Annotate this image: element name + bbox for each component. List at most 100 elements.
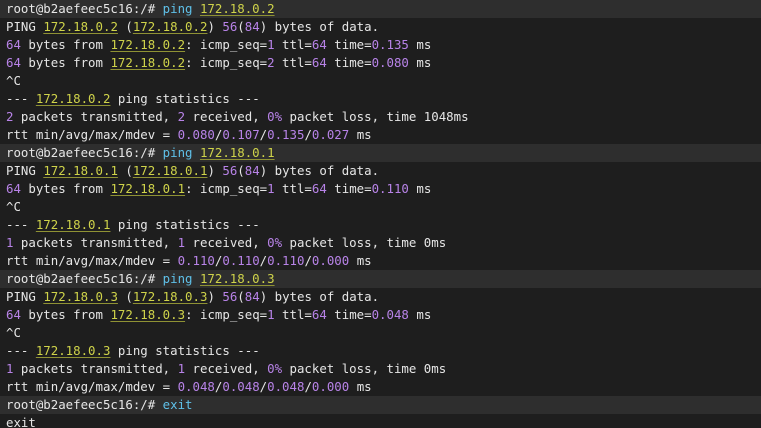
terminal-output-line: --- 172.18.0.3 ping statistics --- bbox=[0, 342, 761, 360]
text-segment: --- bbox=[6, 343, 36, 358]
ip-address: 172.18.0.1 bbox=[35, 217, 111, 232]
number-value: 64 bbox=[6, 37, 21, 52]
text-segment: ping statistics --- bbox=[110, 217, 260, 232]
text-segment: ) bytes of data. bbox=[259, 289, 380, 304]
text-segment: ^C bbox=[6, 325, 21, 340]
number-value: 56 bbox=[222, 163, 238, 178]
number-value: 64 bbox=[6, 307, 21, 322]
number-value: 0.110 bbox=[222, 253, 260, 268]
number-value: 64 bbox=[311, 307, 327, 322]
terminal-output-line: 64 bytes from 172.18.0.1: icmp_seq=1 ttl… bbox=[0, 180, 761, 198]
command-text: ping bbox=[162, 271, 200, 286]
number-value: 0% bbox=[267, 361, 283, 376]
text-segment: exit bbox=[6, 415, 36, 428]
text-segment: : icmp_seq= bbox=[185, 37, 268, 52]
command-text: ping bbox=[162, 1, 200, 16]
number-value: 2 bbox=[177, 109, 186, 124]
text-segment: bytes from bbox=[20, 307, 111, 322]
text-segment: ping statistics --- bbox=[110, 343, 260, 358]
text-segment: rtt min/avg/max/mdev = bbox=[6, 379, 178, 394]
number-value: 64 bbox=[311, 55, 327, 70]
text-segment: PING bbox=[6, 289, 44, 304]
text-segment: time= bbox=[326, 307, 372, 322]
number-value: 0.000 bbox=[311, 253, 350, 268]
text-segment: received, bbox=[185, 235, 268, 250]
number-value: 0.110 bbox=[371, 181, 409, 196]
terminal-window[interactable]: root@b2aefeec5c16:/# ping 172.18.0.2 PING… bbox=[0, 0, 761, 428]
text-segment: ms bbox=[349, 253, 372, 268]
text-segment: time= bbox=[326, 37, 372, 52]
text-segment: bytes from bbox=[20, 37, 111, 52]
text-segment: packet loss, time 0ms bbox=[282, 361, 447, 376]
text-segment: packets transmitted, bbox=[13, 235, 178, 250]
number-value: 0.048 bbox=[267, 379, 305, 394]
number-value: 84 bbox=[244, 163, 260, 178]
terminal-prompt-line: root@b2aefeec5c16:/# exit bbox=[0, 396, 761, 414]
text-segment: ms bbox=[408, 55, 432, 70]
terminal-output-line: ^C bbox=[0, 198, 761, 216]
text-segment: received, bbox=[185, 361, 268, 376]
text-segment: rtt min/avg/max/mdev = bbox=[6, 253, 178, 268]
number-value: 1 bbox=[177, 235, 186, 250]
number-value: 1 bbox=[267, 307, 275, 322]
terminal-output-line: ^C bbox=[0, 72, 761, 90]
number-value: 0.000 bbox=[311, 379, 350, 394]
text-segment: ms bbox=[349, 127, 372, 142]
terminal-output-line: 1 packets transmitted, 1 received, 0% pa… bbox=[0, 234, 761, 252]
terminal-output-line: --- 172.18.0.2 ping statistics --- bbox=[0, 90, 761, 108]
number-value: 64 bbox=[6, 55, 21, 70]
text-segment: / bbox=[304, 127, 312, 142]
ip-address: 172.18.0.3 bbox=[110, 307, 186, 322]
text-segment: root@b2aefeec5c16:/# bbox=[6, 145, 163, 160]
terminal-output-line: rtt min/avg/max/mdev = 0.080/0.107/0.135… bbox=[0, 126, 761, 144]
ip-address: 172.18.0.2 bbox=[110, 55, 186, 70]
number-value: 1 bbox=[177, 361, 186, 376]
text-segment: : icmp_seq= bbox=[185, 181, 268, 196]
number-value: 0.048 bbox=[222, 379, 260, 394]
terminal-output-line: 1 packets transmitted, 1 received, 0% pa… bbox=[0, 360, 761, 378]
number-value: 1 bbox=[267, 37, 275, 52]
text-segment: ms bbox=[408, 181, 432, 196]
number-value: 0.135 bbox=[371, 37, 409, 52]
ip-address: 172.18.0.2 bbox=[35, 91, 111, 106]
terminal-output-line: exit bbox=[0, 414, 761, 428]
text-segment: root@b2aefeec5c16:/# bbox=[6, 271, 163, 286]
number-value: 64 bbox=[311, 37, 327, 52]
number-value: 1 bbox=[267, 181, 275, 196]
text-segment: ttl= bbox=[274, 55, 312, 70]
text-segment: PING bbox=[6, 163, 44, 178]
text-segment: ms bbox=[349, 379, 372, 394]
number-value: 0.135 bbox=[267, 127, 305, 142]
text-segment: / bbox=[304, 379, 312, 394]
number-value: 0.110 bbox=[267, 253, 305, 268]
text-segment: --- bbox=[6, 217, 36, 232]
terminal-output-line: rtt min/avg/max/mdev = 0.110/0.110/0.110… bbox=[0, 252, 761, 270]
text-segment: time= bbox=[326, 55, 372, 70]
number-value: 0.080 bbox=[177, 127, 215, 142]
text-segment: packets transmitted, bbox=[13, 361, 178, 376]
ip-address: 172.18.0.3 bbox=[35, 343, 111, 358]
ip-address: 172.18.0.1 bbox=[199, 145, 275, 160]
text-segment: ( bbox=[237, 163, 245, 178]
ip-address: 172.18.0.3 bbox=[43, 289, 118, 304]
text-segment: root@b2aefeec5c16:/# bbox=[6, 397, 163, 412]
text-segment: root@b2aefeec5c16:/# bbox=[6, 1, 163, 16]
text-segment: ^C bbox=[6, 73, 21, 88]
text-segment: packets transmitted, bbox=[13, 109, 178, 124]
text-segment: bytes from bbox=[20, 181, 111, 196]
text-segment: / bbox=[304, 253, 312, 268]
number-value: 56 bbox=[222, 289, 238, 304]
terminal-output-line: ^C bbox=[0, 324, 761, 342]
text-segment: ) bbox=[207, 289, 223, 304]
terminal-prompt-line: root@b2aefeec5c16:/# ping 172.18.0.2 bbox=[0, 0, 761, 18]
number-value: 2 bbox=[267, 55, 275, 70]
text-segment: ( bbox=[117, 163, 133, 178]
ip-address: 172.18.0.1 bbox=[43, 163, 118, 178]
text-segment: received, bbox=[185, 109, 268, 124]
text-segment: rtt min/avg/max/mdev = bbox=[6, 127, 178, 142]
ip-address: 172.18.0.1 bbox=[132, 163, 208, 178]
text-segment: --- bbox=[6, 91, 36, 106]
text-segment: ttl= bbox=[274, 307, 312, 322]
text-segment: ping statistics --- bbox=[110, 91, 260, 106]
number-value: 0.110 bbox=[177, 253, 215, 268]
